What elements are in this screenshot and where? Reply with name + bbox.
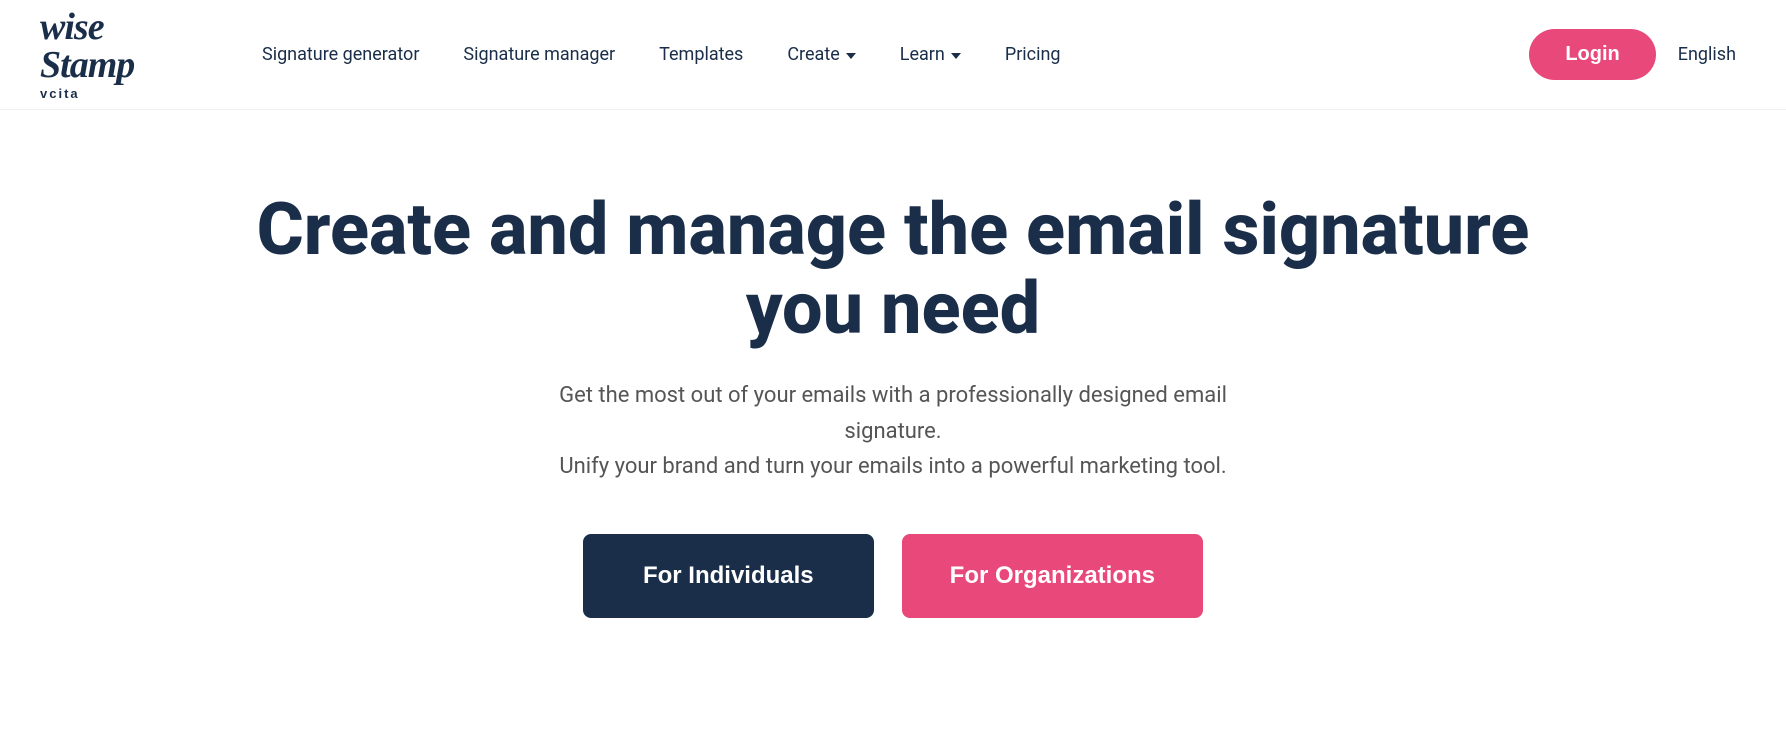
nav-pricing[interactable]: Pricing <box>983 44 1083 65</box>
chevron-down-icon <box>951 53 961 59</box>
navbar: wise Stamp vcita Signature generator Sig… <box>0 0 1786 110</box>
nav-templates[interactable]: Templates <box>637 44 765 65</box>
login-button[interactable]: Login <box>1529 29 1655 80</box>
nav-right: Login English <box>1529 29 1746 80</box>
hero-subtitle-line2: Unify your brand and turn your emails in… <box>559 454 1226 479</box>
for-organizations-button[interactable]: For Organizations <box>902 534 1203 618</box>
logo-vcita: vcita <box>40 86 80 101</box>
language-selector[interactable]: English <box>1668 44 1746 65</box>
for-individuals-button[interactable]: For Individuals <box>583 534 874 618</box>
logo[interactable]: wise Stamp vcita <box>40 8 180 101</box>
hero-buttons: For Individuals For Organizations <box>583 534 1203 618</box>
nav-create[interactable]: Create <box>765 44 877 65</box>
hero-subtitle-line1: Get the most out of your emails with a p… <box>559 383 1227 443</box>
chevron-down-icon <box>846 53 856 59</box>
hero-subtitle: Get the most out of your emails with a p… <box>543 378 1243 484</box>
nav-links: Signature generator Signature manager Te… <box>240 44 1529 65</box>
nav-signature-manager[interactable]: Signature manager <box>441 44 637 65</box>
logo-stamp: Stamp <box>40 46 134 84</box>
hero-section: Create and manage the email signature yo… <box>0 110 1786 678</box>
nav-signature-generator[interactable]: Signature generator <box>240 44 441 65</box>
logo-wise: wise <box>40 8 134 46</box>
hero-title: Create and manage the email signature yo… <box>193 190 1593 348</box>
nav-learn[interactable]: Learn <box>878 44 983 65</box>
